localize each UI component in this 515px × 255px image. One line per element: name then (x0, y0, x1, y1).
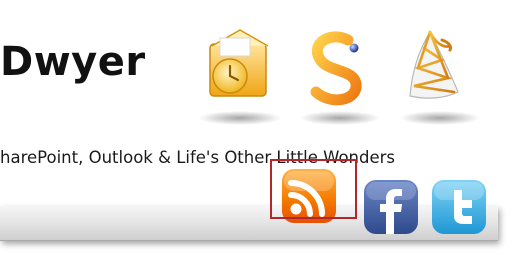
facebook-icon (364, 180, 418, 234)
navigation-bar (0, 206, 498, 241)
rss-feed-link[interactable] (278, 165, 340, 227)
sharepoint-icon[interactable] (292, 22, 388, 132)
rss-icon (282, 169, 336, 223)
twitter-icon (432, 180, 486, 234)
sql-server-icon[interactable] (388, 22, 484, 132)
site-title[interactable]: Dwyer (0, 42, 146, 82)
twitter-link[interactable] (428, 176, 490, 238)
facebook-link[interactable] (360, 176, 422, 238)
outlook-icon[interactable] (192, 22, 288, 132)
